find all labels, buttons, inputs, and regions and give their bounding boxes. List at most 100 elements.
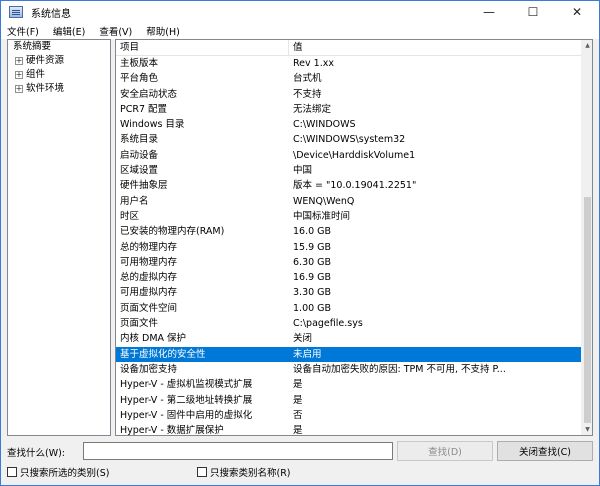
row-value-cell: 15.9 GB xyxy=(293,241,332,253)
table-row[interactable]: Hyper-V - 第二级地址转换扩展 是 xyxy=(116,393,582,408)
row-item-cell: 安全启动状态 xyxy=(120,88,178,100)
row-value-cell: C:\WINDOWS\system32 xyxy=(293,134,406,146)
table-row[interactable]: 可用虚拟内存 3.30 GB xyxy=(116,285,582,300)
row-value-cell: 否 xyxy=(293,409,303,421)
table-row[interactable]: 总的物理内存 15.9 GB xyxy=(116,240,582,255)
row-value-cell: 6.30 GB xyxy=(293,256,332,268)
menu-edit[interactable]: 编辑(E) xyxy=(53,24,85,38)
row-item-cell: 可用物理内存 xyxy=(120,256,178,268)
row-value-cell: \Device\HarddiskVolume1 xyxy=(293,149,416,161)
table-row[interactable]: 安全启动状态 不支持 xyxy=(116,87,582,102)
row-value-cell: 不支持 xyxy=(293,88,322,100)
tree-item-components[interactable]: + 组件 xyxy=(8,68,110,82)
row-item-cell: 总的虚拟内存 xyxy=(120,272,178,284)
column-header-item[interactable]: 项目 xyxy=(116,40,289,56)
tree-item-software-environment[interactable]: + 软件环境 xyxy=(8,82,110,96)
scroll-thumb[interactable] xyxy=(584,197,591,423)
tree-item-hardware-resources[interactable]: + 硬件资源 xyxy=(8,54,110,68)
table-row[interactable]: 已安装的物理内存(RAM) 16.0 GB xyxy=(116,224,582,239)
table-row[interactable]: 时区 中国标准时间 xyxy=(116,209,582,224)
expand-icon[interactable]: + xyxy=(15,85,23,93)
row-item-cell: 启动设备 xyxy=(120,149,159,161)
table-row[interactable]: 平台角色 台式机 xyxy=(116,71,582,86)
row-item-cell: Hyper-V - 数据扩展保护 xyxy=(120,425,224,436)
find-button[interactable]: 查找(D) xyxy=(397,441,493,461)
find-label: 查找什么(W): xyxy=(7,448,66,459)
vertical-scrollbar[interactable]: ▲ ▼ xyxy=(581,40,592,435)
row-value-cell: 中国标准时间 xyxy=(293,210,351,222)
row-item-cell: Hyper-V - 固件中启用的虚拟化 xyxy=(120,409,253,421)
table-row[interactable]: Hyper-V - 虚拟机监视模式扩展 是 xyxy=(116,377,582,392)
search-category-names-checkbox[interactable] xyxy=(197,467,207,477)
table-row[interactable]: 主板版本 Rev 1.xx xyxy=(116,56,582,71)
table-row[interactable]: 页面文件空间 1.00 GB xyxy=(116,301,582,316)
category-tree[interactable]: 系统摘要 + 硬件资源 + 组件 + 软件环境 xyxy=(7,39,111,436)
menu-file[interactable]: 文件(F) xyxy=(7,24,39,38)
table-row[interactable]: 页面文件 C:\pagefile.sys xyxy=(116,316,582,331)
find-bar: 查找什么(W): 查找(D) 关闭查找(C) 只搜索所选的类别(S) 只搜索类别… xyxy=(1,437,599,485)
tree-item-label: 组件 xyxy=(26,69,46,80)
find-input[interactable] xyxy=(83,442,393,460)
window-controls: — ☐ ✕ xyxy=(467,1,599,23)
title-bar[interactable]: 系统信息 — ☐ ✕ xyxy=(1,1,599,23)
row-item-cell: 已安装的物理内存(RAM) xyxy=(120,226,225,238)
row-value-cell: 无法绑定 xyxy=(293,103,332,115)
table-row[interactable]: 系统目录 C:\WINDOWS\system32 xyxy=(116,132,582,147)
row-item-cell: 区域设置 xyxy=(120,165,159,177)
table-row[interactable]: 硬件抽象层 版本 = "10.0.19041.2251" xyxy=(116,178,582,193)
row-value-cell: 是 xyxy=(293,394,303,406)
search-selected-category-checkbox[interactable] xyxy=(7,467,17,477)
table-row[interactable]: 基于虚拟化的安全性 未启用 xyxy=(116,346,582,362)
system-info-app-icon xyxy=(9,6,23,18)
scroll-up-icon[interactable]: ▲ xyxy=(582,40,592,51)
row-item-cell: 主板版本 xyxy=(120,58,159,69)
row-value-cell: C:\WINDOWS xyxy=(293,119,356,131)
close-icon: ✕ xyxy=(571,5,583,19)
table-row[interactable]: Hyper-V - 固件中启用的虚拟化 否 xyxy=(116,408,582,423)
table-row[interactable]: Windows 目录 C:\WINDOWS xyxy=(116,117,582,132)
table-row[interactable]: 启动设备 \Device\HarddiskVolume1 xyxy=(116,148,582,163)
maximize-button[interactable]: ☐ xyxy=(511,1,555,23)
close-find-button[interactable]: 关闭查找(C) xyxy=(497,441,593,461)
minimize-button[interactable]: — xyxy=(467,1,511,23)
table-row[interactable]: 区域设置 中国 xyxy=(116,163,582,178)
row-value-cell: 是 xyxy=(293,379,303,391)
table-row[interactable]: 总的虚拟内存 16.9 GB xyxy=(116,270,582,285)
scroll-down-icon[interactable]: ▼ xyxy=(582,424,592,435)
search-selected-category-option[interactable]: 只搜索所选的类别(S) xyxy=(7,465,109,479)
search-category-names-option[interactable]: 只搜索类别名称(R) xyxy=(197,465,291,479)
row-item-cell: 硬件抽象层 xyxy=(120,180,168,192)
table-row[interactable]: 内核 DMA 保护 关闭 xyxy=(116,331,582,346)
column-header-value[interactable]: 值 xyxy=(289,40,582,56)
row-item-cell: 页面文件空间 xyxy=(120,302,178,314)
maximize-icon: ☐ xyxy=(527,5,539,19)
row-value-cell: WENQ\WenQ xyxy=(293,195,355,207)
expand-icon[interactable]: + xyxy=(15,57,23,65)
row-item-cell: 用户名 xyxy=(120,195,149,207)
table-row[interactable]: PCR7 配置 无法绑定 xyxy=(116,102,582,117)
menu-help[interactable]: 帮助(H) xyxy=(146,24,180,38)
main-content: 系统摘要 + 硬件资源 + 组件 + 软件环境 项目 值 主板版本 Rev 1.x… xyxy=(7,39,593,436)
row-value-cell: 是 xyxy=(293,425,303,436)
row-item-cell: 内核 DMA 保护 xyxy=(120,333,187,345)
table-row[interactable]: 设备加密支持 设备自动加密失败的原因: TPM 不可用, 不支持 P... xyxy=(116,362,582,377)
details-list[interactable]: 项目 值 主板版本 Rev 1.xx 平台角色 台式机安全启动状态 不支持 PCR7 配置… xyxy=(115,39,593,436)
row-item-cell: 可用虚拟内存 xyxy=(120,287,178,299)
expand-icon[interactable]: + xyxy=(15,71,23,79)
row-value-cell: 设备自动加密失败的原因: TPM 不可用, 不支持 P... xyxy=(293,363,506,375)
table-row[interactable]: 可用物理内存 6.30 GB xyxy=(116,255,582,270)
row-item-cell: 设备加密支持 xyxy=(120,363,178,375)
checkbox-label: 只搜索类别名称(R) xyxy=(210,468,291,479)
tree-item-label: 软件环境 xyxy=(26,83,65,94)
table-row[interactable]: 用户名 WENQ\WenQ xyxy=(116,194,582,209)
table-row[interactable]: Hyper-V - 数据扩展保护 是 xyxy=(116,423,582,436)
row-value-cell: 台式机 xyxy=(293,73,322,85)
menu-bar: 文件(F) 编辑(E) 查看(V) 帮助(H) xyxy=(1,23,599,39)
row-value-cell: 3.30 GB xyxy=(293,287,332,299)
menu-view[interactable]: 查看(V) xyxy=(99,24,132,38)
row-value-cell: 16.0 GB xyxy=(293,226,332,238)
tree-item-system-summary[interactable]: 系统摘要 xyxy=(8,40,110,54)
row-item-cell: 总的物理内存 xyxy=(120,241,178,253)
row-item-cell: 基于虚拟化的安全性 xyxy=(120,348,206,360)
close-button[interactable]: ✕ xyxy=(555,1,599,23)
